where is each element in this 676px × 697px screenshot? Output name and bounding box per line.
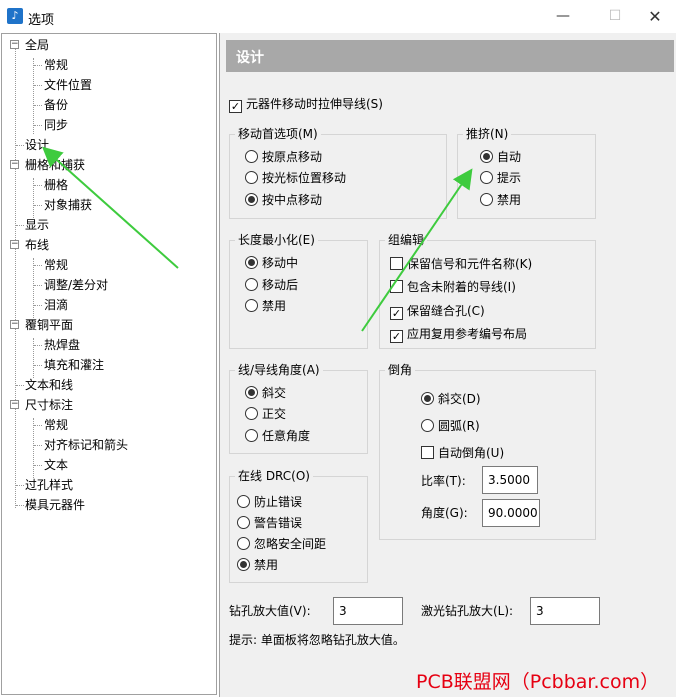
arrow-to-design-item: [42, 146, 179, 269]
watermark: PCB联盟网（Pcbbar.com）: [416, 671, 660, 693]
annotation-arrows: [42, 146, 473, 332]
arrow-to-push-group: [361, 168, 473, 332]
